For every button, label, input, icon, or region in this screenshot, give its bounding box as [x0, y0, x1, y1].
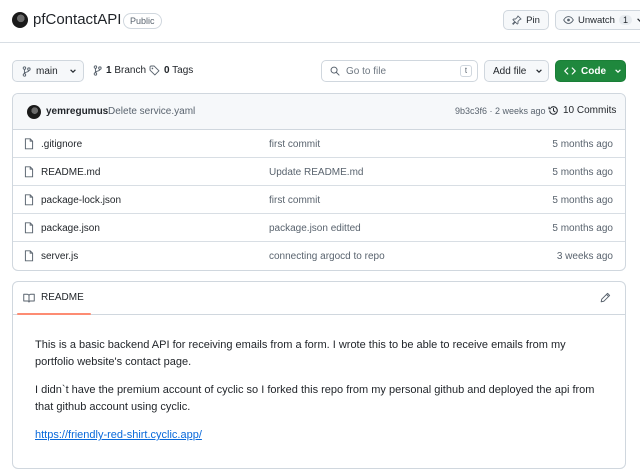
file-list: yemregumus Delete service.yaml 9b3c3f6 ·…: [12, 93, 626, 271]
readme-paragraph: I didn`t have the premium account of cyc…: [35, 384, 595, 413]
file-commit-message[interactable]: Update README.md: [269, 167, 363, 178]
file-row[interactable]: .gitignore first commit 5 months ago: [13, 130, 625, 158]
file-commit-message[interactable]: first commit: [269, 195, 320, 206]
file-icon: [24, 222, 34, 234]
readme-link[interactable]: https://friendly-red-shirt.cyclic.app/: [35, 429, 202, 441]
file-age: 5 months ago: [552, 139, 613, 150]
commits-link[interactable]: 10 Commits: [548, 105, 616, 116]
watch-button[interactable]: Unwatch 1: [555, 10, 640, 30]
pin-label: Pin: [526, 14, 540, 26]
pencil-icon[interactable]: [600, 292, 611, 303]
file-age: 5 months ago: [552, 167, 613, 178]
file-age: 5 months ago: [552, 195, 613, 206]
commits-count: 10 Commits: [563, 105, 617, 116]
eye-icon: [563, 15, 574, 25]
file-age: 5 months ago: [552, 223, 613, 234]
pin-button[interactable]: Pin: [503, 10, 549, 30]
repo-name[interactable]: pfContactAPI: [33, 11, 121, 28]
book-icon: [23, 293, 35, 303]
history-icon: [548, 105, 559, 116]
file-row[interactable]: server.js connecting argocd to repo 3 we…: [13, 242, 625, 270]
branch-select[interactable]: main: [12, 60, 84, 82]
search-icon: [330, 66, 340, 76]
branches-count: 1: [106, 65, 112, 76]
owner-avatar[interactable]: [12, 12, 28, 28]
file-name[interactable]: README.md: [41, 167, 100, 178]
active-tab-indicator: [17, 313, 91, 315]
watch-count: 1: [618, 15, 632, 25]
file-commit-message[interactable]: package.json editted: [269, 223, 361, 234]
file-name[interactable]: package.json: [41, 223, 100, 234]
tag-icon: [149, 65, 160, 76]
readme-paragraph: This is a basic backend API for receivin…: [35, 339, 566, 368]
file-name[interactable]: .gitignore: [41, 139, 82, 150]
chevron-down-icon: [69, 67, 77, 75]
readme-content: This is a basic backend API for receivin…: [13, 315, 625, 444]
branch-icon: [22, 65, 31, 77]
file-icon: [24, 166, 34, 178]
code-label: Code: [581, 65, 606, 77]
tags-count: 0: [164, 65, 170, 76]
commit-author[interactable]: yemregumus: [46, 106, 108, 117]
tags-label: Tags: [172, 65, 194, 76]
chevron-down-icon: [614, 67, 622, 75]
avatar[interactable]: [27, 105, 41, 119]
file-row[interactable]: package.json package.json editted 5 mont…: [13, 214, 625, 242]
file-icon: [24, 138, 34, 150]
branches-link[interactable]: 1 Branch: [93, 65, 146, 76]
readme-header: README: [13, 282, 625, 315]
tags-link[interactable]: 0 Tags: [149, 65, 193, 76]
file-commit-message[interactable]: first commit: [269, 139, 320, 150]
file-icon: [24, 250, 34, 262]
go-to-file-input[interactable]: Go to file t: [321, 60, 478, 82]
commit-sha-time[interactable]: 9b3c3f6 · 2 weeks ago: [455, 106, 546, 116]
repo-header: pfContactAPI Public Pin Unwatch 1: [0, 0, 640, 43]
file-row[interactable]: package-lock.json first commit 5 months …: [13, 186, 625, 214]
branch-icon: [93, 65, 102, 76]
branches-label: Branch: [114, 65, 147, 76]
chevron-down-icon[interactable]: [636, 16, 640, 24]
code-icon: [564, 66, 576, 76]
pin-icon: [512, 15, 522, 25]
code-button[interactable]: Code: [555, 60, 626, 82]
tab-readme[interactable]: README: [23, 292, 84, 303]
keyboard-shortcut-hint: t: [460, 65, 472, 77]
file-age: 3 weeks ago: [556, 251, 613, 262]
file-row[interactable]: README.md Update README.md 5 months ago: [13, 158, 625, 186]
add-file-button[interactable]: Add file: [484, 60, 549, 82]
file-name[interactable]: server.js: [41, 251, 78, 262]
visibility-badge: Public: [123, 13, 162, 29]
readme-tab-label: README: [41, 292, 84, 303]
file-icon: [24, 194, 34, 206]
chevron-down-icon: [535, 67, 543, 75]
file-commit-message[interactable]: connecting argocd to repo: [269, 251, 385, 262]
latest-commit-bar: yemregumus Delete service.yaml 9b3c3f6 ·…: [13, 94, 625, 130]
go-to-file-placeholder: Go to file: [346, 65, 387, 77]
add-file-label: Add file: [493, 65, 527, 77]
branch-name: main: [36, 65, 58, 77]
watch-label: Unwatch: [578, 14, 615, 26]
commit-message[interactable]: Delete service.yaml: [108, 106, 195, 117]
file-name[interactable]: package-lock.json: [41, 195, 121, 206]
readme-panel: README This is a basic backend API for r…: [12, 281, 626, 469]
